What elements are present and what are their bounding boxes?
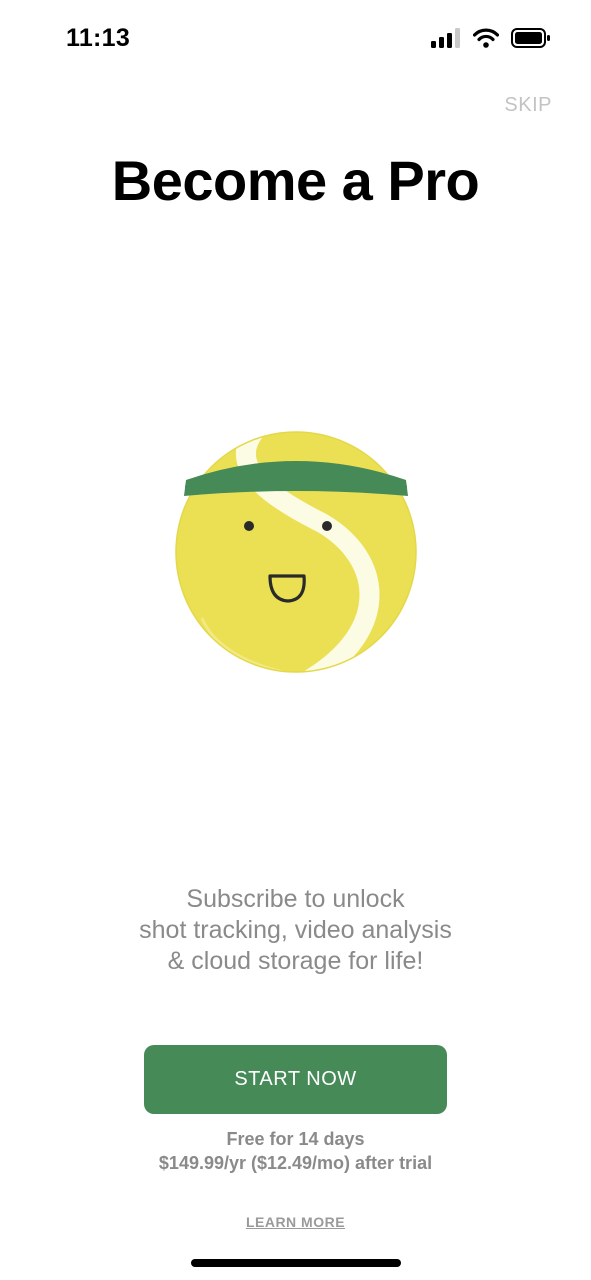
- status-bar: 11:13: [0, 0, 591, 80]
- trial-info: Free for 14 days $149.99/yr ($12.49/mo) …: [0, 1127, 591, 1175]
- status-icons: [431, 27, 551, 53]
- trial-price: $149.99/yr ($12.49/mo) after trial: [158, 1153, 433, 1173]
- tennis-ball-mascot-icon: [172, 428, 420, 676]
- subtitle-line: shot tracking, video analysis: [139, 916, 452, 944]
- start-now-button[interactable]: START NOW: [144, 1045, 447, 1114]
- subtitle: Subscribe to unlock shot tracking, video…: [0, 884, 591, 977]
- status-time: 11:13: [66, 24, 131, 52]
- battery-icon: [511, 27, 551, 53]
- page-title: Become a Pro: [111, 149, 480, 212]
- home-indicator[interactable]: [191, 1259, 401, 1267]
- wifi-icon: [472, 28, 500, 53]
- skip-button[interactable]: SKIP: [504, 94, 552, 117]
- subtitle-line: & cloud storage for life!: [167, 947, 424, 975]
- trial-duration: Free for 14 days: [226, 1129, 365, 1149]
- subtitle-line: Subscribe to unlock: [186, 885, 405, 913]
- learn-more-container: LEARN MORE: [0, 1214, 591, 1230]
- learn-more-link[interactable]: LEARN MORE: [246, 1214, 345, 1230]
- signal-icon: [431, 27, 461, 53]
